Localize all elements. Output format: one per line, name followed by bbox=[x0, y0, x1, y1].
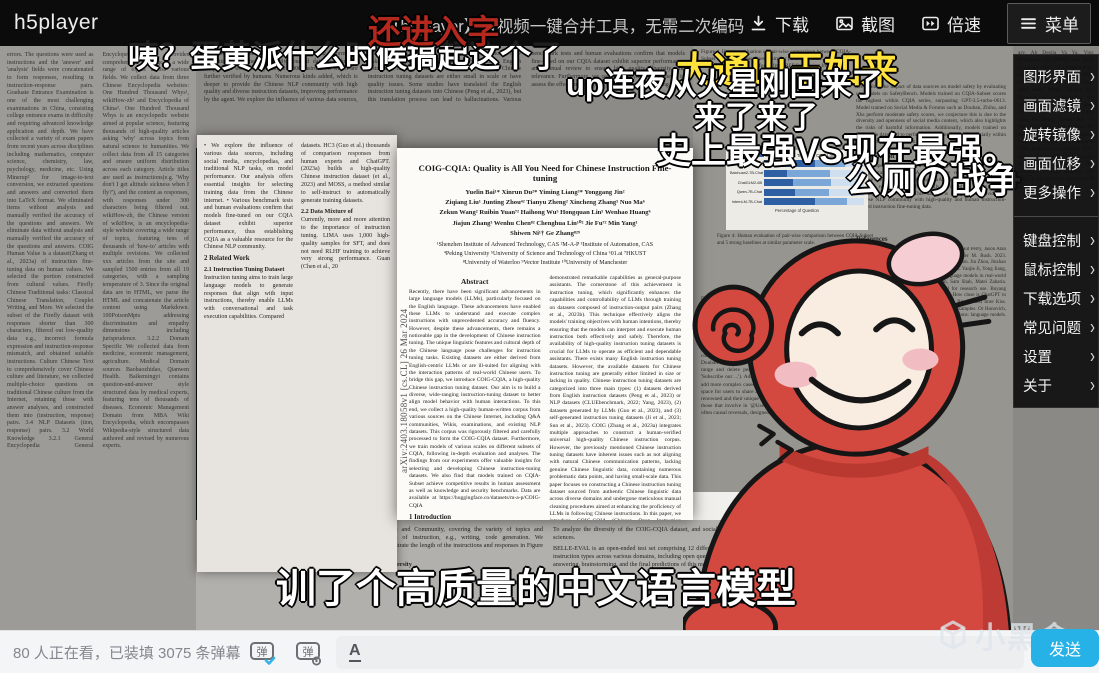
top-bar-actions: 下载 截图 倍速 菜单 bbox=[749, 0, 1091, 46]
paper-abstract-heading: Abstract bbox=[460, 277, 489, 287]
svg-text:弹: 弹 bbox=[257, 645, 268, 659]
chevron-right-icon: › bbox=[1090, 123, 1095, 146]
speed-icon bbox=[921, 14, 940, 33]
menu-button[interactable]: 菜单 bbox=[1007, 2, 1091, 44]
danmaku-input-wrap: A bbox=[336, 635, 1024, 670]
menu-item-rotate-mirror[interactable]: 旋转镜像 › bbox=[1014, 120, 1098, 149]
player-top-bar: h5player 【h5player】音视频一键合并工具，无需二次编码 下载 截… bbox=[0, 0, 1099, 46]
figure4-xlabel: Percentage of Question bbox=[775, 207, 819, 213]
xiaoheihe-logo-icon bbox=[940, 620, 966, 650]
download-button[interactable]: 下载 bbox=[749, 11, 809, 36]
h5player-menu-panel: 图形界面 › 画面滤镜 › 旋转镜像 › 画面位移 › 更多操作 › 键盘控制 › 鼠标控制… bbox=[1013, 54, 1099, 408]
paper-authors: Yuelin Bai¹* Xinrun Du²* Yiming Liang³* … bbox=[439, 189, 651, 237]
menu-item-graphic-ui[interactable]: 图形界面 › bbox=[1014, 62, 1098, 91]
danmaku-comment: 训了个高质量的中文语言模型 bbox=[276, 567, 796, 611]
menu-item-more-actions[interactable]: 更多操作 › bbox=[1014, 178, 1098, 207]
speed-button[interactable]: 倍速 bbox=[921, 11, 981, 36]
danmaku-comment: 还进入字 bbox=[368, 13, 500, 50]
paper-title: COIG-CQIA: Quality is All You Need for C… bbox=[418, 163, 672, 183]
danmaku-settings-icon[interactable]: 弹 bbox=[294, 637, 324, 667]
menu-item-download-options[interactable]: 下载选项 › bbox=[1014, 284, 1098, 313]
chevron-right-icon: › bbox=[1090, 374, 1095, 397]
video-player: errors. The questions were used as instr… bbox=[0, 0, 1099, 673]
chevron-right-icon: › bbox=[1090, 94, 1095, 117]
paper-right-column: demonstrated remarkable capabilities as … bbox=[549, 275, 682, 520]
paper-page2-col1: • We explore the influence of various da… bbox=[204, 143, 293, 321]
paper-front-page: COIG-CQIA: Quality is All You Need for C… bbox=[397, 148, 693, 520]
chevron-right-icon: › bbox=[1090, 345, 1095, 368]
paper-page2-col2: datasets. HC3 (Guo et al.) thousands of … bbox=[301, 143, 390, 271]
menu-divider bbox=[1014, 216, 1098, 217]
menu-item-settings[interactable]: 设置 › bbox=[1014, 342, 1098, 371]
viewer-status-text: 80 人正在看，已装填 3075 条弹幕 bbox=[13, 645, 241, 662]
danmaku-input[interactable] bbox=[370, 635, 1024, 670]
chevron-right-icon: › bbox=[1090, 229, 1095, 252]
chevron-right-icon: › bbox=[1090, 181, 1095, 204]
screenshot-icon bbox=[835, 14, 854, 33]
chevron-right-icon: › bbox=[1090, 258, 1095, 281]
svg-text:弹: 弹 bbox=[303, 645, 314, 659]
chevron-right-icon: › bbox=[1090, 65, 1095, 88]
paper-page-2: • We explore the influence of various da… bbox=[197, 135, 397, 572]
send-button[interactable]: 发送 bbox=[1031, 629, 1099, 667]
chevron-right-icon: › bbox=[1090, 152, 1095, 175]
menu-icon bbox=[1019, 14, 1038, 33]
paper-intro-heading: 1 Introduction bbox=[409, 514, 451, 520]
menu-item-about[interactable]: 关于 › bbox=[1014, 371, 1098, 400]
danmaku-comment: 公厕の战争 bbox=[846, 162, 1022, 201]
paper-abstract-column: Abstract Recently, there have been signi… bbox=[409, 275, 541, 520]
paper-affiliations: ¹Shenzhen Institute of Advanced Technolo… bbox=[436, 242, 654, 267]
chevron-right-icon: › bbox=[1090, 287, 1095, 310]
h5player-brand: h5player bbox=[14, 11, 99, 34]
screenshot-button[interactable]: 截图 bbox=[835, 11, 895, 36]
bg-paper-column-left: errors. The questions were used as instr… bbox=[0, 46, 196, 632]
menu-item-keyboard-control[interactable]: 键盘控制 › bbox=[1014, 226, 1098, 255]
danmaku-bar: 80 人正在看，已装填 3075 条弹幕 弹 弹 A bbox=[0, 630, 1099, 673]
chevron-right-icon: › bbox=[1090, 316, 1095, 339]
font-style-button[interactable]: A bbox=[349, 643, 361, 662]
menu-item-filters[interactable]: 画面滤镜 › bbox=[1014, 91, 1098, 120]
menu-item-faq[interactable]: 常见问题 › bbox=[1014, 313, 1098, 342]
arxiv-sidebar-label: arXiv:2403.18058v1 [cs.CL] 26 Mar 2024 bbox=[399, 308, 409, 473]
menu-item-picture-shift[interactable]: 画面位移 › bbox=[1014, 149, 1098, 178]
download-icon bbox=[749, 14, 768, 33]
menu-item-mouse-control[interactable]: 鼠标控制 › bbox=[1014, 255, 1098, 284]
danmaku-toggle-icon[interactable]: 弹 bbox=[248, 637, 278, 667]
